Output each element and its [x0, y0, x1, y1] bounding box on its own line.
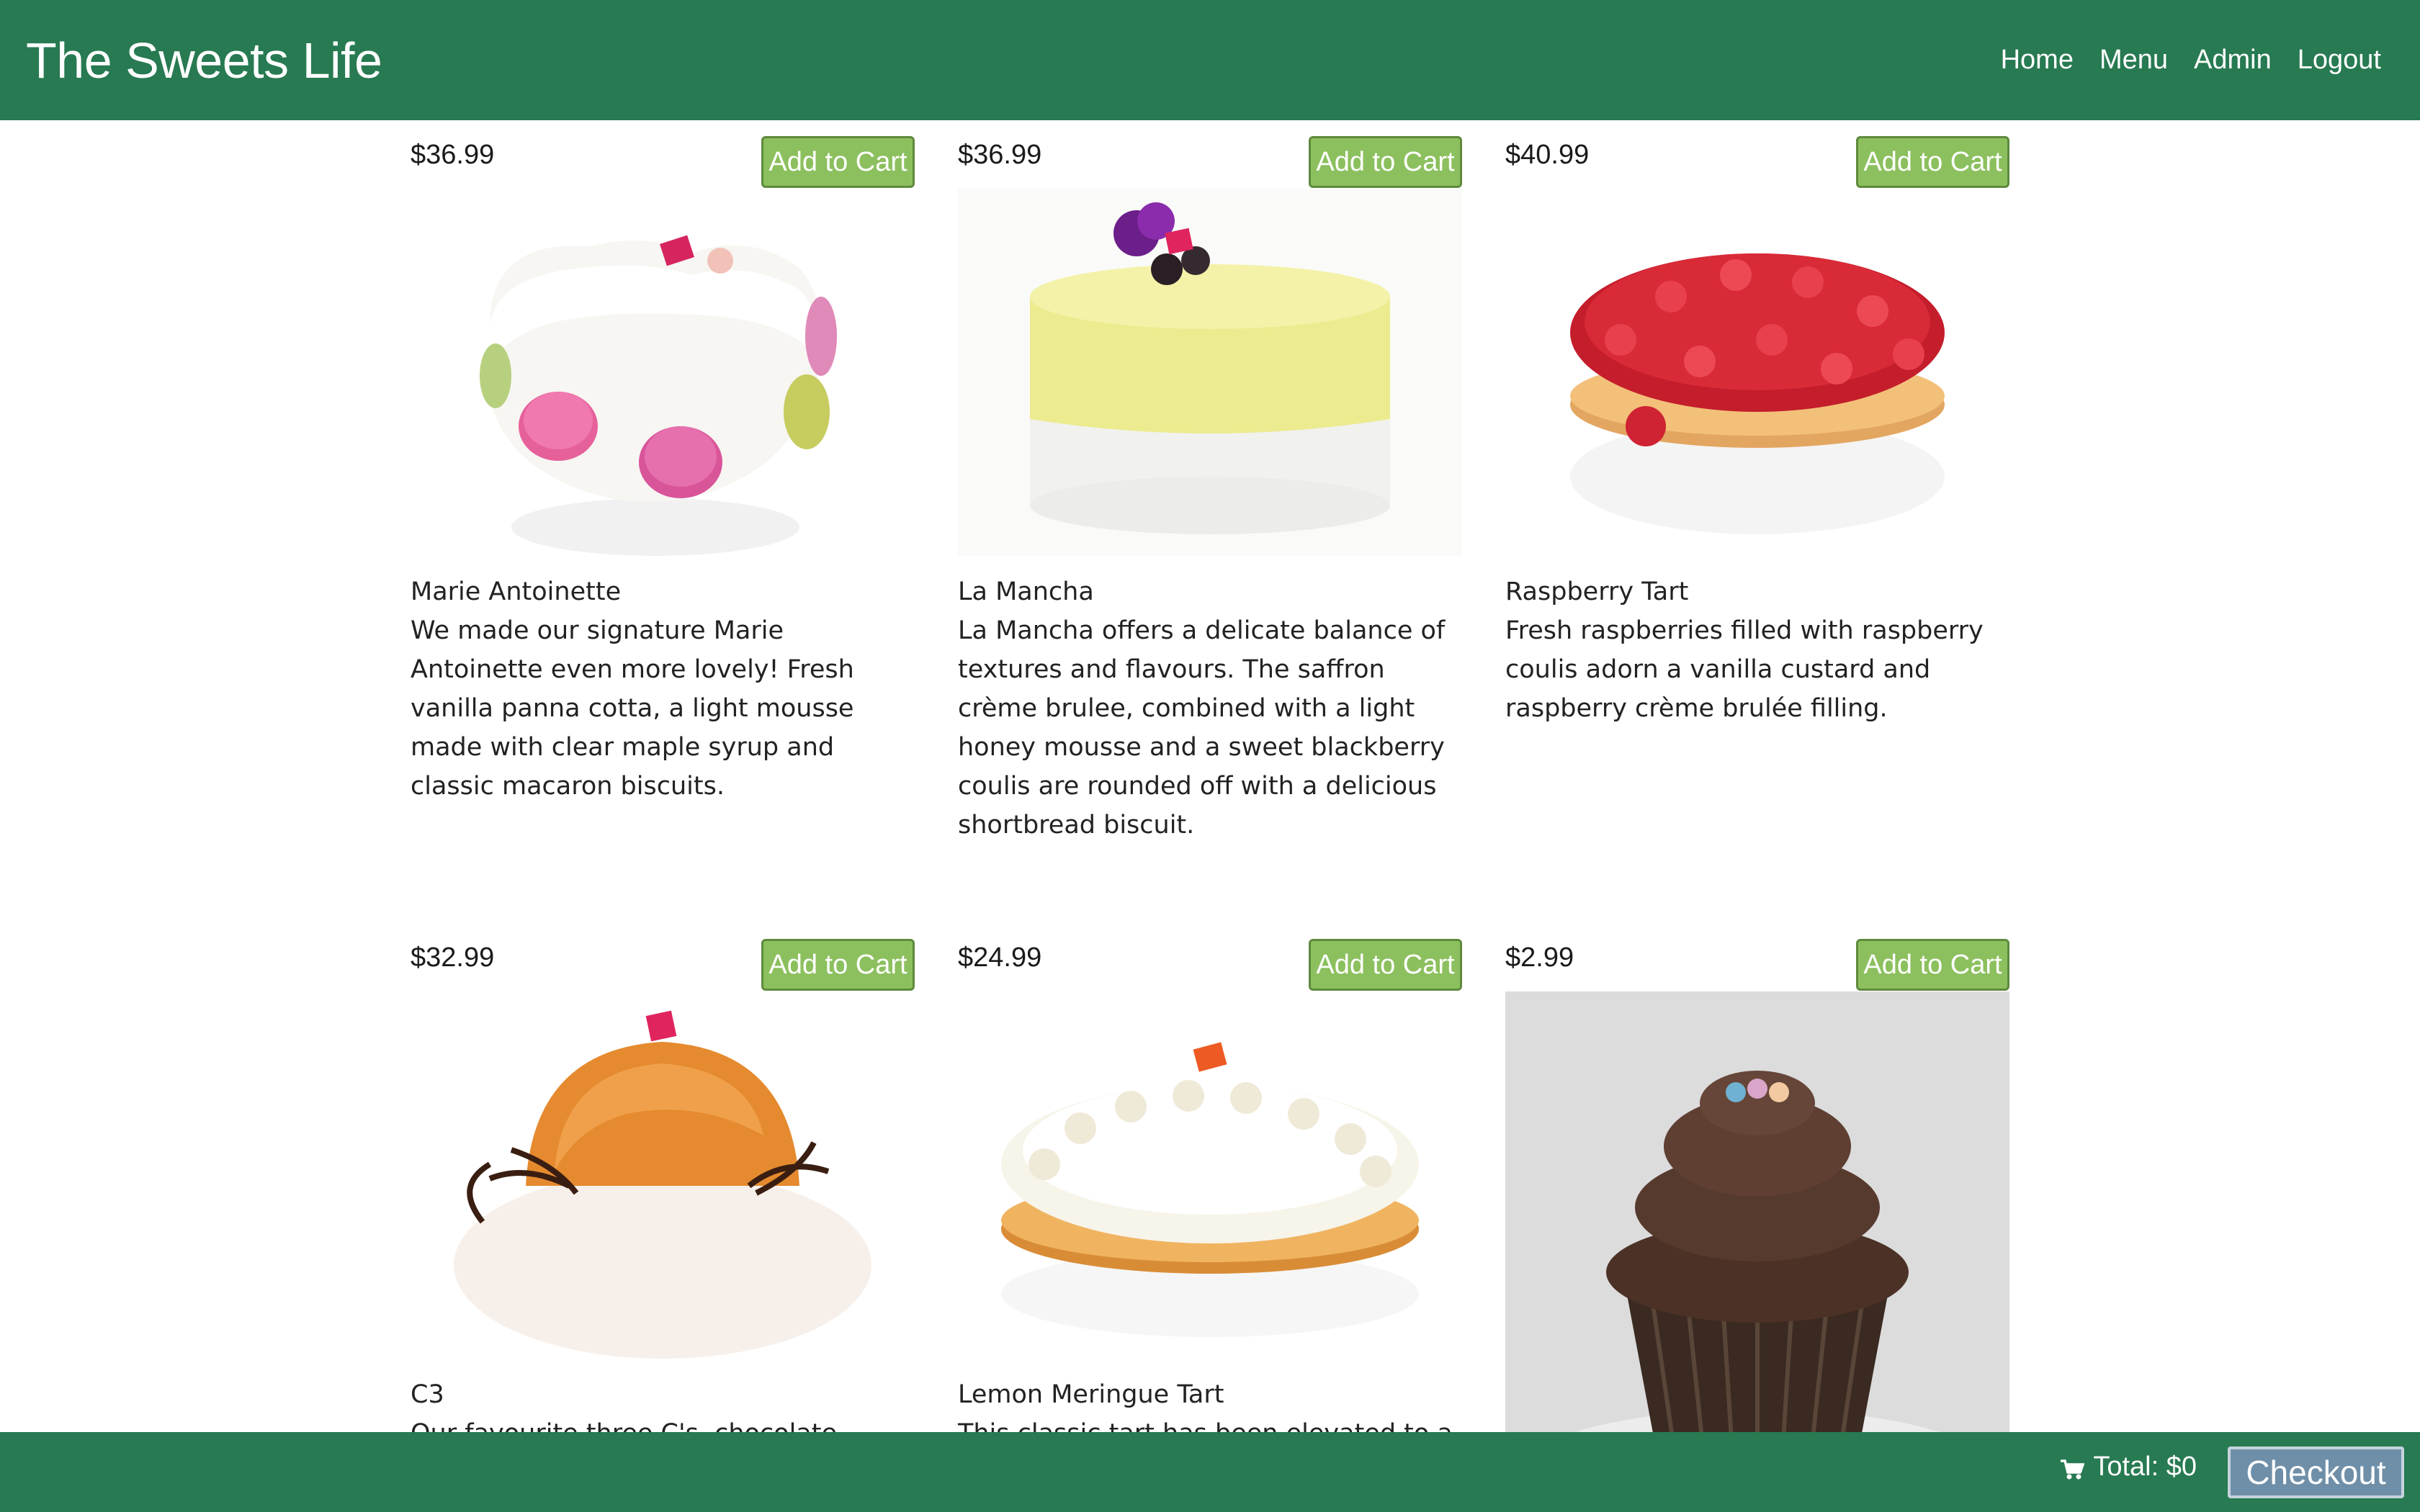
raspberry-tart-image [1570, 253, 1945, 534]
product-price: $36.99 [958, 140, 1042, 170]
product-name: Lemon Meringue Tart [958, 1380, 1224, 1409]
product-name: C3 [411, 1380, 444, 1409]
shopping-cart-icon [2060, 1457, 2085, 1479]
white-heart-cake-image [480, 235, 837, 556]
nav-link-logout[interactable]: Logout [2298, 45, 2381, 76]
product-name: La Mancha [958, 577, 1094, 606]
product-description: Our favourite three C's, chocolate [411, 1414, 915, 1432]
nav-links: Home Menu Admin Logout [2001, 45, 2381, 76]
product-image[interactable] [411, 991, 915, 1359]
product-name: Marie Antoinette [411, 577, 622, 606]
lemon-meringue-tart-image [1001, 1042, 1419, 1337]
product-price: $24.99 [958, 942, 1042, 973]
product-image[interactable] [958, 991, 1462, 1359]
add-to-cart-button[interactable]: Add to Cart [761, 136, 915, 188]
product-image[interactable] [1505, 991, 2009, 1432]
product-price: $36.99 [411, 140, 495, 170]
checkout-button[interactable]: Checkout [2228, 1446, 2404, 1498]
product-image[interactable] [1505, 189, 2009, 556]
add-to-cart-button[interactable]: Add to Cart [1856, 939, 2009, 991]
product-price: $2.99 [1505, 942, 1574, 973]
product-name: Raspberry Tart [1505, 577, 1689, 606]
nav-link-home[interactable]: Home [2001, 45, 2074, 76]
cart-total: Total: $0 [2060, 1452, 2197, 1482]
product-price: $40.99 [1505, 140, 1590, 170]
product-image[interactable] [958, 189, 1462, 556]
add-to-cart-button[interactable]: Add to Cart [1309, 136, 1462, 188]
add-to-cart-button[interactable]: Add to Cart [1309, 939, 1462, 991]
add-to-cart-button[interactable]: Add to Cart [1856, 136, 2009, 188]
orange-dome-cake-image [454, 1010, 871, 1359]
yellow-glazed-cake-image [958, 189, 1462, 556]
product-description: This classic tart has been elevated to a [958, 1414, 1462, 1432]
product-price: $32.99 [411, 942, 495, 973]
add-to-cart-button[interactable]: Add to Cart [761, 939, 915, 991]
brand-logo-text[interactable]: The Sweets Life [26, 32, 382, 89]
product-description: We made our signature Marie Antoinette e… [411, 616, 854, 801]
product-description: La Mancha offers a delicate balance of t… [958, 616, 1446, 840]
chocolate-cupcake-image [1505, 991, 2009, 1432]
cart-total-label: Total: $0 [2093, 1452, 2197, 1482]
cart-footer: Total: $0 Checkout [0, 1432, 2420, 1512]
product-image[interactable] [411, 189, 915, 556]
top-navbar: The Sweets Life Home Menu Admin Logout [0, 0, 2420, 120]
nav-link-admin[interactable]: Admin [2194, 45, 2272, 76]
product-description: Fresh raspberries filled with raspberry … [1505, 616, 1984, 723]
nav-link-menu[interactable]: Menu [2099, 45, 2168, 76]
product-grid: $36.99 Add to Cart Marie Antoinette We m… [0, 120, 2420, 1432]
